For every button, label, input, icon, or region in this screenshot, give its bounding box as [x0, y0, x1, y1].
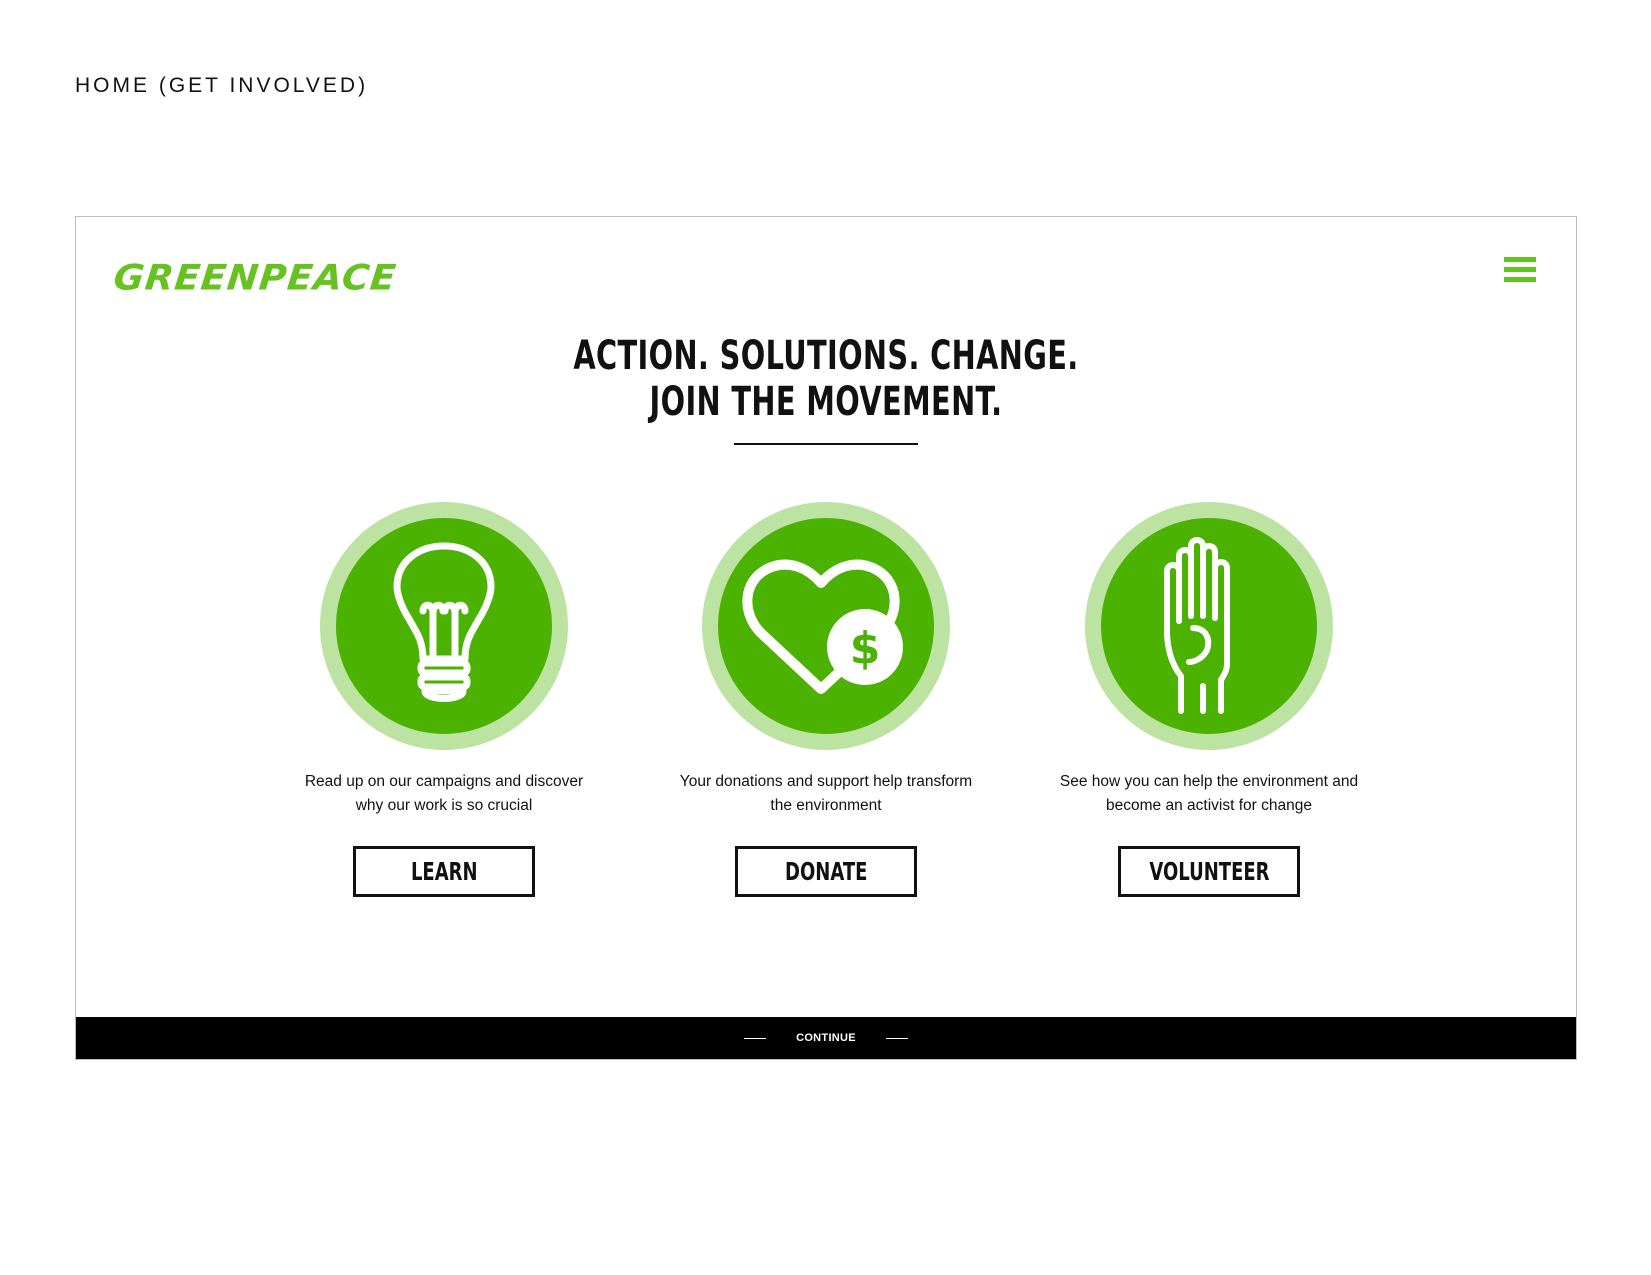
headline-divider	[734, 443, 918, 445]
volunteer-button[interactable]: VOLUNTEER	[1118, 846, 1300, 897]
continue-label: CONTINUE	[796, 1032, 856, 1044]
continue-dash-right	[885, 1037, 908, 1039]
continue-bar[interactable]: CONTINUE	[76, 1017, 1576, 1059]
learn-button[interactable]: LEARN	[353, 846, 535, 897]
hamburger-menu-icon[interactable]	[1504, 257, 1536, 283]
donate-button-label: DONATE	[784, 857, 868, 886]
learn-icon-circle	[320, 502, 568, 750]
page-headline: ACTION. SOLUTIONS. CHANGE. JOIN THE MOVE…	[76, 333, 1576, 425]
menu-bar-bottom	[1504, 277, 1536, 282]
volunteer-button-label: VOLUNTEER	[1148, 857, 1270, 886]
svg-text:$: $	[850, 623, 881, 674]
continue-dash-left	[744, 1037, 767, 1039]
headline-line-2: JOIN THE MOVEMENT.	[649, 379, 1003, 425]
app-frame: GREENPEACE ACTION. SOLUTIONS. CHANGE. JO…	[75, 216, 1577, 1060]
donate-description: Your donations and support help transfor…	[679, 773, 973, 814]
raised-hand-icon	[1164, 537, 1230, 714]
menu-bar-top	[1504, 257, 1536, 262]
heart-dollar-icon: $	[742, 559, 903, 694]
headline-line-1: ACTION. SOLUTIONS. CHANGE.	[573, 333, 1079, 379]
lightbulb-icon	[393, 542, 495, 702]
volunteer-icon-circle	[1085, 502, 1333, 750]
learn-card: Read up on our campaigns and discover wh…	[294, 502, 594, 897]
donate-button[interactable]: DONATE	[735, 846, 917, 897]
volunteer-card: See how you can help the environment and…	[1059, 502, 1359, 897]
page-label: HOME (GET INVOLVED)	[75, 74, 369, 97]
menu-bar-middle	[1504, 267, 1536, 272]
greenpeace-logo[interactable]: GREENPEACE	[112, 257, 399, 298]
volunteer-description: See how you can help the environment and…	[1059, 773, 1359, 814]
donate-icon-circle: $	[702, 502, 950, 750]
donate-card: $ Your donations and support help transf…	[676, 502, 976, 897]
learn-description: Read up on our campaigns and discover wh…	[304, 773, 584, 814]
learn-button-label: LEARN	[410, 857, 478, 886]
